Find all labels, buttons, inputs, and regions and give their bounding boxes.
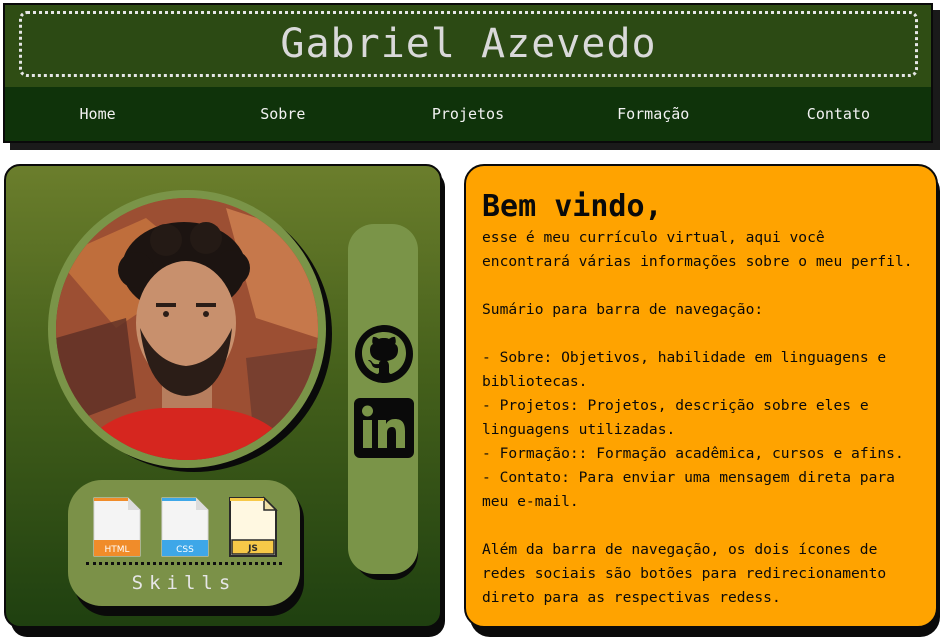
summary-key: - Projetos	[482, 397, 570, 414]
summary-desc: :: Formação acadêmica, cursos e afins.	[569, 445, 904, 462]
welcome-heading: Bem vindo,	[482, 189, 663, 224]
site-header: Gabriel Azevedo Home Sobre Projetos Form…	[3, 3, 933, 143]
github-icon[interactable]	[354, 324, 414, 384]
footer-note: Além da barra de navegação, os dois ícon…	[482, 541, 887, 606]
title-box: Gabriel Azevedo	[19, 11, 918, 77]
intro-card: Bem vindo, esse é meu currículo virtual,…	[464, 164, 938, 628]
html-label: HTML	[104, 545, 129, 555]
summary-title: Sumário para barra de navegação:	[482, 301, 764, 318]
skills-label: Skills	[131, 572, 237, 594]
linkedin-icon[interactable]	[354, 398, 414, 458]
html-file-icon: HTML	[93, 497, 141, 557]
summary-desc: : Objetivos, habilidade em linguagens e …	[482, 349, 887, 390]
skills-panel: HTML CSS JS Skills	[68, 480, 300, 606]
nav-projetos[interactable]: Projetos	[375, 105, 560, 123]
summary-key: - Formação	[482, 445, 570, 462]
js-file-icon: JS	[229, 496, 278, 557]
intro-text: esse é meu currículo virtual, aqui você …	[482, 229, 913, 270]
js-label: JS	[247, 544, 258, 554]
skills-divider	[86, 562, 282, 565]
main-nav: Home Sobre Projetos Formação Contato	[5, 87, 931, 141]
summary-item-contato: - Contato: Para enviar uma mensagem dire…	[482, 466, 920, 514]
summary-item-formacao: - Formação:: Formação acadêmica, cursos …	[482, 442, 920, 466]
summary-key: - Contato	[482, 469, 562, 486]
site-title: Gabriel Azevedo	[280, 21, 657, 67]
profile-card: HTML CSS JS Skills	[4, 164, 442, 628]
nav-home[interactable]: Home	[5, 105, 190, 123]
summary-key: - Sobre	[482, 349, 544, 366]
profile-photo	[56, 198, 318, 460]
social-bar	[348, 224, 418, 574]
css-label: CSS	[176, 545, 194, 555]
nav-contato[interactable]: Contato	[746, 105, 931, 123]
nav-sobre[interactable]: Sobre	[190, 105, 375, 123]
profile-photo-illustration	[56, 198, 318, 460]
summary-item-projetos: - Projetos: Projetos, descrição sobre el…	[482, 394, 920, 442]
nav-formacao[interactable]: Formação	[561, 105, 746, 123]
summary-item-sobre: - Sobre: Objetivos, habilidade em lingua…	[482, 346, 920, 394]
css-file-icon: CSS	[161, 497, 209, 557]
